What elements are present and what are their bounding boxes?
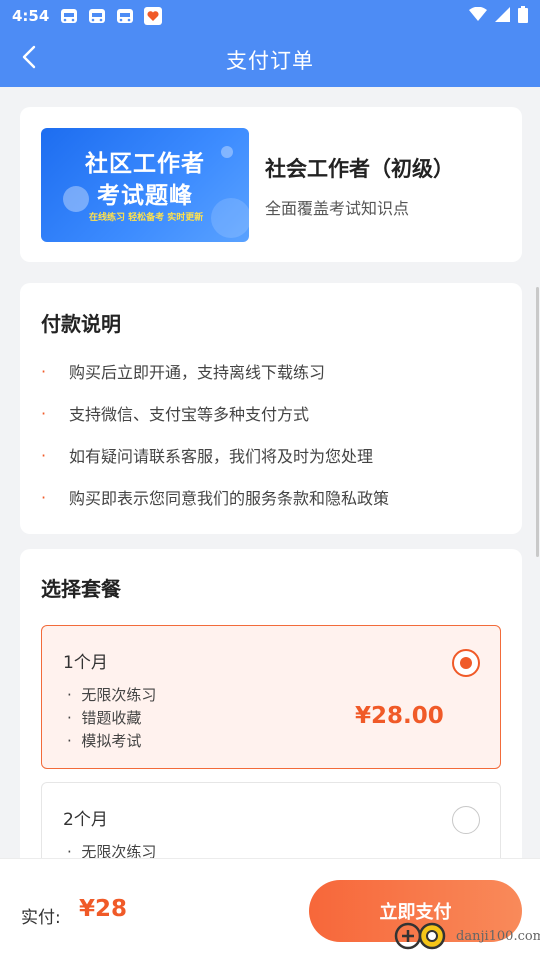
note-text: 购买即表示您同意我们的服务条款和隐私政策 bbox=[69, 489, 390, 508]
product-banner-image: 社区工作者 考试题峰 在线练习 轻松备考 实时更新 bbox=[41, 128, 249, 242]
heart-app-icon bbox=[143, 6, 163, 26]
plan-feature: · 错题收藏 bbox=[67, 709, 142, 727]
page-title: 支付订单 bbox=[226, 48, 314, 73]
banner-title-line1: 社区工作者 bbox=[85, 151, 205, 177]
note-item: · 购买后立即开通，支持离线下载练习 bbox=[41, 359, 325, 383]
car-icon bbox=[87, 6, 107, 26]
plan-feature: · 无限次练习 bbox=[67, 843, 157, 858]
banner-title-line2: 考试题峰 bbox=[97, 183, 193, 209]
watermark-logo-icon bbox=[392, 920, 452, 952]
plan-feature: · 无限次练习 bbox=[67, 686, 157, 704]
note-item: · 如有疑问请联系客服，我们将及时为您处理 bbox=[41, 443, 373, 467]
plan-option-2-months[interactable]: 2个月 · 无限次练习 bbox=[41, 782, 501, 858]
signal-icon bbox=[495, 6, 510, 26]
product-name: 社会工作者（初级） bbox=[265, 157, 454, 181]
scroll-content[interactable]: 社区工作者 考试题峰 在线练习 轻松备考 实时更新 社会工作者（初级） 全面覆盖… bbox=[0, 87, 540, 858]
plan-radio-selected[interactable] bbox=[452, 649, 480, 677]
banner-subtitle: 在线练习 轻松备考 实时更新 bbox=[89, 213, 204, 223]
plan-price: ¥28.00 bbox=[355, 703, 444, 729]
payment-notes-title: 付款说明 bbox=[41, 312, 121, 336]
plan-option-1-month[interactable]: 1个月 · 无限次练习 · 错题收藏 · 模拟考试 ¥28.00 bbox=[41, 625, 501, 769]
app-bar: 支付订单 bbox=[0, 32, 540, 87]
plan-section-title: 选择套餐 bbox=[41, 577, 121, 601]
plan-selection-card: 选择套餐 1个月 · 无限次练习 · 错题收藏 · 模拟考试 ¥28.00 2个… bbox=[20, 549, 522, 858]
paid-amount: ¥28 bbox=[79, 896, 128, 922]
note-text: 支持微信、支付宝等多种支付方式 bbox=[69, 405, 310, 424]
note-text: 如有疑问请联系客服，我们将及时为您处理 bbox=[69, 447, 374, 466]
product-description: 全面覆盖考试知识点 bbox=[265, 199, 410, 218]
battery-icon bbox=[518, 5, 528, 27]
bullet-dot-icon: · bbox=[41, 361, 47, 381]
car-icon bbox=[115, 6, 135, 26]
note-text: 购买后立即开通，支持离线下载练习 bbox=[69, 363, 326, 382]
status-right-icons bbox=[469, 5, 528, 27]
watermark-text: danji100.com bbox=[456, 928, 540, 944]
plan-name: 1个月 bbox=[63, 653, 108, 673]
chevron-left-icon bbox=[21, 45, 37, 73]
payment-notes-card: 付款说明 · 购买后立即开通，支持离线下载练习 · 支持微信、支付宝等多种支付方… bbox=[20, 283, 522, 534]
note-item: · 支持微信、支付宝等多种支付方式 bbox=[41, 401, 309, 425]
plan-name: 2个月 bbox=[63, 810, 108, 830]
plan-feature: · 模拟考试 bbox=[67, 732, 142, 750]
status-time: 4:54 bbox=[12, 7, 50, 25]
paid-label: 实付: bbox=[21, 908, 61, 928]
plan-radio-unselected[interactable] bbox=[452, 806, 480, 834]
note-item: · 购买即表示您同意我们的服务条款和隐私政策 bbox=[41, 485, 389, 509]
watermark: danji100.com bbox=[392, 920, 540, 952]
status-bar: 4:54 bbox=[0, 0, 540, 32]
wifi-icon bbox=[469, 6, 487, 25]
product-card: 社区工作者 考试题峰 在线练习 轻松备考 实时更新 社会工作者（初级） 全面覆盖… bbox=[20, 107, 522, 262]
car-icon bbox=[59, 6, 79, 26]
bullet-dot-icon: · bbox=[41, 487, 47, 507]
bullet-dot-icon: · bbox=[41, 445, 47, 465]
back-button[interactable] bbox=[12, 42, 46, 76]
bullet-dot-icon: · bbox=[41, 403, 47, 423]
scrollbar[interactable] bbox=[536, 287, 539, 557]
